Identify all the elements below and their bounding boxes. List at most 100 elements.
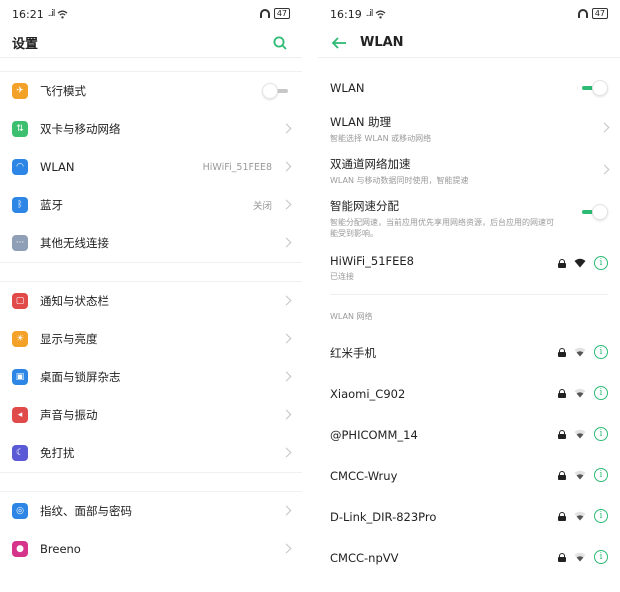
wlan-assistant-subtitle: 智能选择 WLAN 或移动网络 [330, 134, 432, 143]
wlan-panel: 16:19 ..il 47 WLAN WLAN WLAN 助理 智能选择 WLA… [318, 0, 620, 592]
page-title: 设置 [12, 37, 39, 52]
settings-item-label: 蓝牙 [40, 198, 63, 212]
info-icon[interactable]: i [594, 386, 608, 400]
battery-icon: 47 [273, 8, 290, 19]
sound-icon: ◂ [12, 407, 28, 423]
network-item[interactable]: 红米手机 i [318, 332, 620, 373]
settings-item-sound[interactable]: ◂ 声音与振动 [0, 396, 302, 434]
airplane-mode-switch[interactable] [262, 83, 290, 99]
settings-item-fingerprint[interactable]: ◎ 指纹、面部与密码 [0, 492, 302, 530]
settings-header: 设置 [0, 28, 302, 58]
chevron-right-icon [281, 371, 292, 382]
connected-status: 已连接 [330, 272, 354, 281]
wlan-assistant-title: WLAN 助理 [330, 115, 392, 129]
search-icon[interactable] [272, 35, 288, 51]
smart-speed-title: 智能网速分配 [330, 199, 399, 213]
settings-item-label: 指纹、面部与密码 [40, 504, 132, 518]
settings-item-more-connections[interactable]: ··· 其他无线连接 [0, 224, 302, 262]
status-time: 16:19 [330, 7, 362, 21]
dual-channel-row[interactable]: 双通道网络加速 WLAN 与移动数据同时使用，智能提速 [318, 148, 620, 190]
wlan-toggle-row[interactable]: WLAN [318, 70, 620, 106]
dual-channel-title: 双通道网络加速 [330, 157, 411, 171]
wifi-signal-icon [574, 388, 586, 398]
chevron-right-icon [281, 295, 292, 306]
settings-item-label: WLAN [40, 160, 75, 174]
group-gap [0, 472, 302, 492]
settings-item-airplane[interactable]: ✈ 飞行模式 [0, 72, 302, 110]
lock-icon [558, 470, 566, 480]
chevron-right-icon [281, 333, 292, 344]
network-item[interactable]: CMCC-npVV i [318, 537, 620, 578]
info-icon[interactable]: i [594, 509, 608, 523]
settings-item-label: 飞行模式 [40, 84, 86, 98]
settings-item-bluetooth[interactable]: ᛒ 蓝牙 关闭 [0, 186, 302, 224]
wifi-signal-icon [574, 258, 586, 268]
network-item[interactable]: CMCC-Wruy i [318, 455, 620, 496]
info-icon[interactable]: i [594, 468, 608, 482]
network-item[interactable]: Xiaomi_C902 i [318, 373, 620, 414]
settings-item-moon[interactable]: ☾ 免打扰 [0, 434, 302, 472]
wifi-signal-icon [574, 552, 586, 562]
network-name: Xiaomi_C902 [330, 386, 406, 401]
info-icon[interactable]: i [594, 256, 608, 270]
breeno-icon: ● [12, 541, 28, 557]
sim-dual-icon: ⇅ [12, 121, 28, 137]
signal-icon: ..il [47, 9, 56, 19]
chevron-right-icon [281, 123, 292, 134]
chevron-right-icon [281, 505, 292, 516]
lock-icon [558, 258, 566, 268]
status-bar: 16:19 ..il 47 [318, 0, 620, 28]
settings-item-brightness[interactable]: ☀ 显示与亮度 [0, 320, 302, 358]
lock-icon [558, 429, 566, 439]
headset-icon [577, 9, 588, 18]
battery-icon: 47 [591, 8, 608, 19]
settings-item-label: 声音与振动 [40, 408, 98, 422]
more-connections-icon: ··· [12, 235, 28, 251]
settings-item-wifi[interactable]: ◠ WLAN HiWiFi_51FEE8 [0, 148, 302, 186]
wlan-switch[interactable] [580, 80, 608, 96]
fingerprint-icon: ◎ [12, 503, 28, 519]
info-icon[interactable]: i [594, 345, 608, 359]
settings-item-label: 免打扰 [40, 446, 75, 460]
network-name: CMCC-npVV [330, 550, 399, 565]
settings-item-breeno[interactable]: ● Breeno [0, 530, 302, 568]
info-icon[interactable]: i [594, 550, 608, 564]
network-name: @PHICOMM_14 [330, 427, 418, 442]
wifi-status-icon [58, 9, 68, 19]
status-bar: 16:21 ..il 47 [0, 0, 302, 28]
settings-item-label: 通知与状态栏 [40, 294, 109, 308]
info-icon[interactable]: i [594, 427, 608, 441]
notification-icon: ▢ [12, 293, 28, 309]
group-gap [0, 58, 302, 72]
chevron-right-icon [281, 409, 292, 420]
headset-icon [259, 9, 270, 18]
connected-network-row[interactable]: HiWiFi_51FEE8 已连接 i [318, 246, 620, 290]
wifi-icon: ◠ [12, 159, 28, 175]
settings-item-wallpaper[interactable]: ▣ 桌面与锁屏杂志 [0, 358, 302, 396]
settings-item-notification[interactable]: ▢ 通知与状态栏 [0, 282, 302, 320]
smart-speed-switch[interactable] [580, 204, 608, 220]
settings-item-label: 桌面与锁屏杂志 [40, 370, 121, 384]
settings-item-sim-dual[interactable]: ⇅ 双卡与移动网络 [0, 110, 302, 148]
wallpaper-icon: ▣ [12, 369, 28, 385]
settings-item-value: HiWiFi_51FEE8 [202, 161, 272, 173]
dual-channel-subtitle: WLAN 与移动数据同时使用，智能提速 [330, 176, 469, 185]
wifi-signal-icon [574, 511, 586, 521]
smart-speed-row[interactable]: 智能网速分配 智能分配网速，当前应用优先享用网络资源，后台应用的网速可能受到影响… [318, 190, 620, 246]
wifi-signal-icon [574, 347, 586, 357]
lock-icon [558, 552, 566, 562]
network-item[interactable]: D-Link_DIR-823Pro i [318, 496, 620, 537]
network-list: 红米手机 i Xiaomi_C902 i @PHICOMM_14 i CMCC-Wruy i D… [318, 332, 620, 578]
chevron-right-icon [281, 543, 292, 554]
chevron-right-icon [281, 447, 292, 458]
network-item[interactable]: @PHICOMM_14 i [318, 414, 620, 455]
chevron-right-icon [281, 237, 292, 248]
back-arrow-icon[interactable] [330, 35, 348, 51]
settings-item-label: 其他无线连接 [40, 236, 109, 250]
wifi-signal-icon [574, 470, 586, 480]
chevron-right-icon [281, 161, 292, 172]
network-name: CMCC-Wruy [330, 468, 398, 483]
wlan-label: WLAN [330, 81, 365, 95]
brightness-icon: ☀ [12, 331, 28, 347]
wlan-assistant-row[interactable]: WLAN 助理 智能选择 WLAN 或移动网络 [318, 106, 620, 148]
